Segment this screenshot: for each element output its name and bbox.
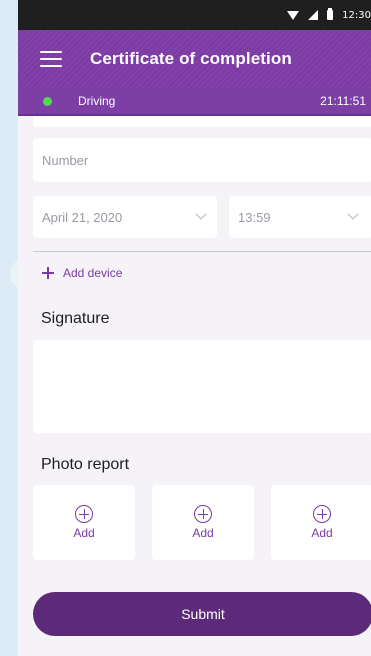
- add-photo-label: Add: [311, 526, 333, 540]
- status-indicator-dot: [43, 96, 52, 106]
- add-device-label: Add device: [63, 266, 123, 280]
- app-bar: Certificate of completion: [18, 30, 371, 88]
- trip-timer: 21:11:51: [320, 94, 366, 108]
- plus-icon: [42, 267, 54, 279]
- wifi-icon: [287, 10, 300, 20]
- battery-icon: [327, 8, 334, 20]
- time-value: 13:59: [238, 209, 271, 225]
- add-photo-label: Add: [192, 526, 214, 540]
- add-circle-icon: [313, 505, 331, 523]
- chevron-down-icon: [195, 208, 207, 220]
- add-photo-tile[interactable]: Add: [33, 485, 135, 560]
- number-placeholder: Number: [42, 152, 89, 168]
- add-device-button[interactable]: Add device: [42, 266, 122, 280]
- trip-status-label: Driving: [78, 94, 116, 108]
- system-status-bar: 12:30: [18, 0, 371, 30]
- trip-status-strip: Driving 21:11:51: [18, 88, 371, 116]
- add-photo-tile[interactable]: Add: [152, 485, 254, 560]
- chevron-down-icon: [347, 208, 359, 220]
- number-input[interactable]: Number: [33, 138, 371, 182]
- add-circle-icon: [194, 505, 212, 523]
- signal-icon: [308, 10, 319, 20]
- divider: [33, 251, 371, 252]
- date-select[interactable]: April 21, 2020: [33, 196, 217, 238]
- signature-title: Signature: [41, 310, 110, 327]
- status-bar-time: 12:30: [342, 9, 371, 21]
- photo-report-title: Photo report: [41, 456, 130, 473]
- time-select[interactable]: 13:59: [229, 196, 371, 238]
- date-value: April 21, 2020: [42, 209, 123, 225]
- page-title: Certificate of completion: [90, 49, 292, 68]
- hamburger-menu-icon[interactable]: [40, 51, 62, 67]
- add-circle-icon: [75, 505, 93, 523]
- add-photo-tile[interactable]: Add: [271, 485, 371, 560]
- submit-button[interactable]: Submit: [33, 592, 371, 636]
- phone-screen: 12:30 Certificate of completion Driving …: [18, 0, 371, 656]
- signature-pad[interactable]: [33, 340, 371, 433]
- previous-field-edge: [33, 116, 371, 127]
- add-photo-label: Add: [73, 526, 95, 540]
